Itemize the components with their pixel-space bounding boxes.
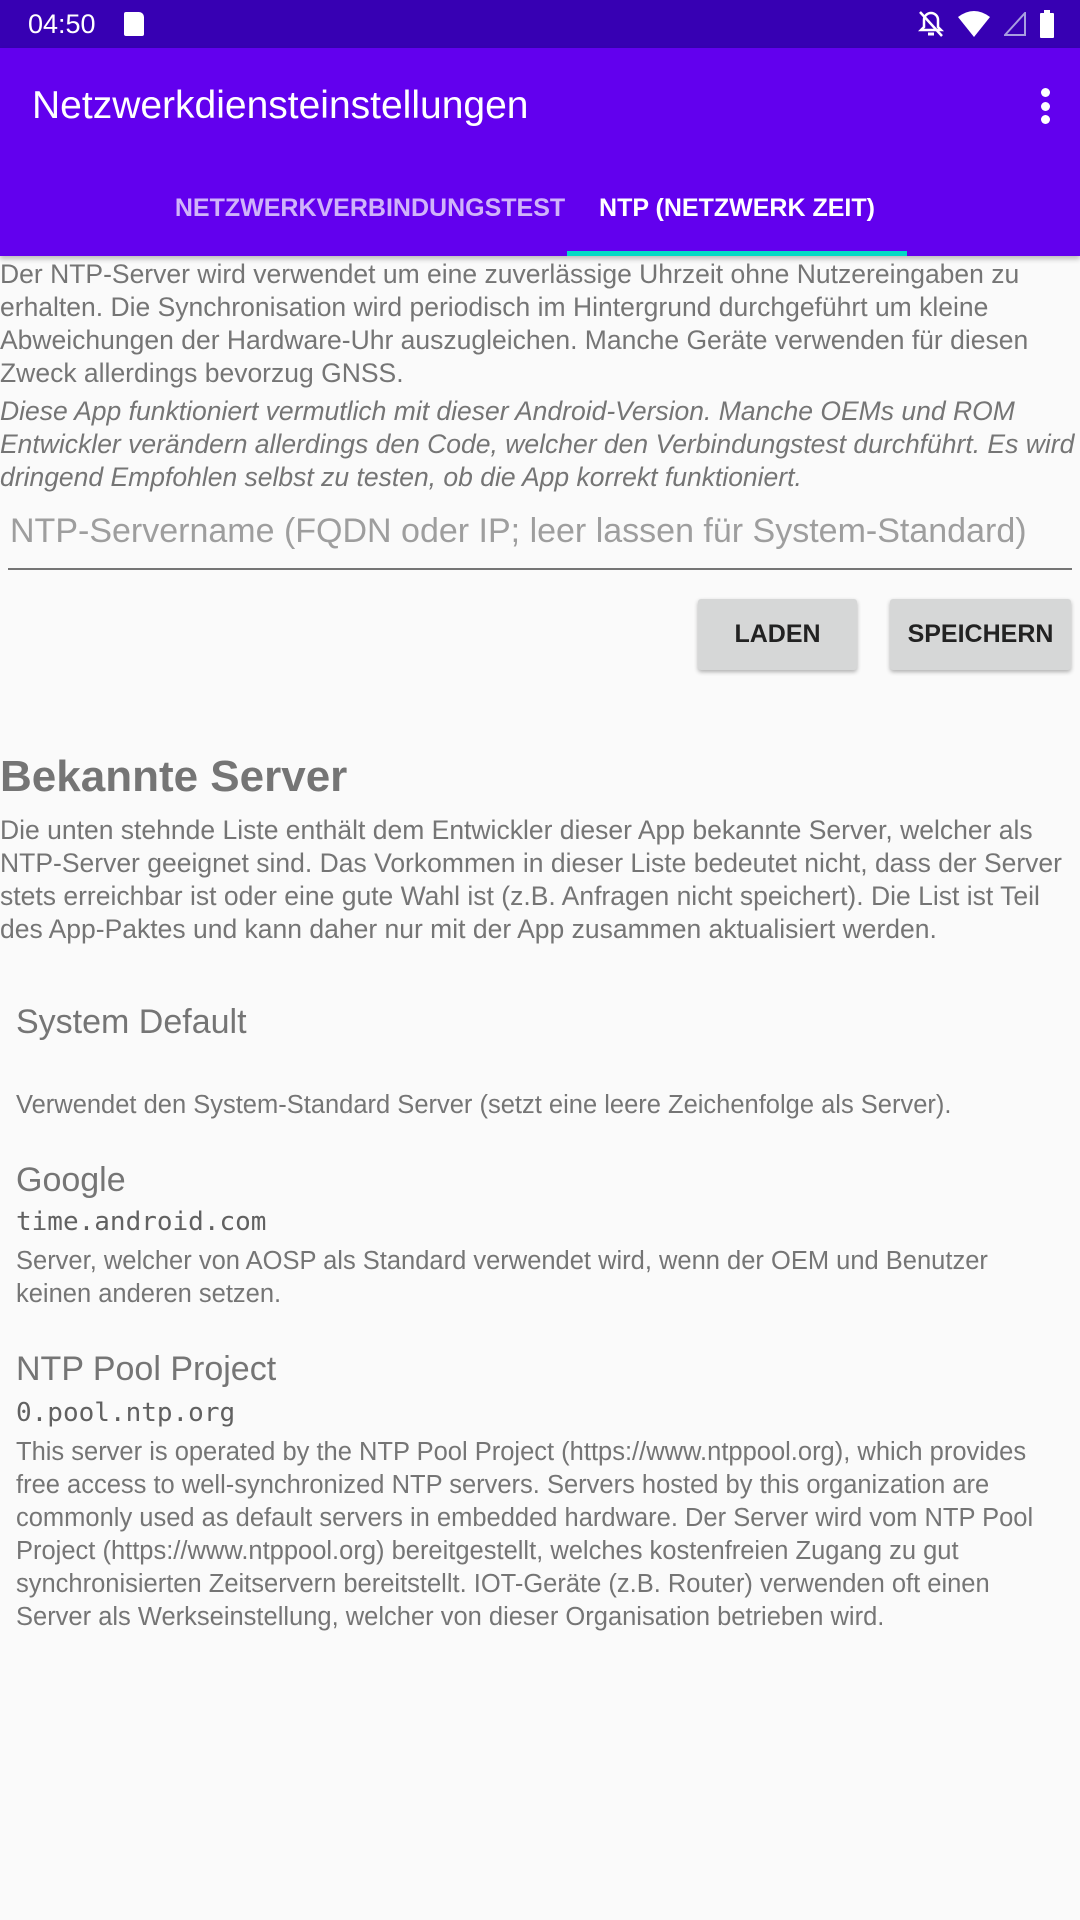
- server-name[interactable]: System Default: [16, 1003, 247, 1042]
- cell-signal-icon: [1004, 12, 1026, 36]
- load-button[interactable]: LADEN: [698, 599, 857, 670]
- tab-ntp[interactable]: NTP (NETZWERK ZEIT): [567, 160, 907, 256]
- server-description: Server, welcher von AOSP als Standard ve…: [16, 1247, 988, 1308]
- save-button[interactable]: SPEICHERN: [890, 599, 1071, 670]
- known-servers-heading: Bekannte Server: [0, 752, 348, 801]
- app-bar: Netzwerkdiensteinstellungen NETZWERKVERB…: [0, 48, 1080, 256]
- notifications-off-icon: [918, 11, 944, 37]
- sd-card-icon: [124, 12, 144, 36]
- intro-text: Der NTP-Server wird verwendet um eine zu…: [0, 259, 1029, 388]
- app-title: Netzwerkdiensteinstellungen: [32, 84, 529, 127]
- wifi-icon: [958, 11, 990, 37]
- compat-warning: Diese App funktioniert vermutlich mit di…: [0, 396, 1075, 492]
- status-icons: [918, 10, 1054, 38]
- server-name[interactable]: NTP Pool Project: [16, 1350, 276, 1389]
- server-name[interactable]: Google: [16, 1161, 126, 1200]
- status-bar: 04:50: [0, 0, 1080, 48]
- server-description: Verwendet den System-Standard Server (se…: [16, 1091, 952, 1119]
- more-vert-icon[interactable]: [1030, 84, 1060, 128]
- server-host[interactable]: time.android.com: [16, 1207, 266, 1237]
- clock: 04:50: [28, 9, 96, 39]
- battery-icon: [1040, 10, 1054, 38]
- server-host[interactable]: 0.pool.ntp.org: [16, 1398, 235, 1428]
- known-servers-description: Die unten stehnde Liste enthält dem Entw…: [0, 815, 1062, 944]
- tab-indicator: [567, 251, 907, 256]
- ntp-server-input[interactable]: NTP-Servername (FQDN oder IP; leer lasse…: [8, 512, 1072, 570]
- server-description: This server is operated by the NTP Pool …: [16, 1438, 1034, 1631]
- tab-network-test[interactable]: NETZWERKVERBINDUNGSTEST: [175, 160, 565, 256]
